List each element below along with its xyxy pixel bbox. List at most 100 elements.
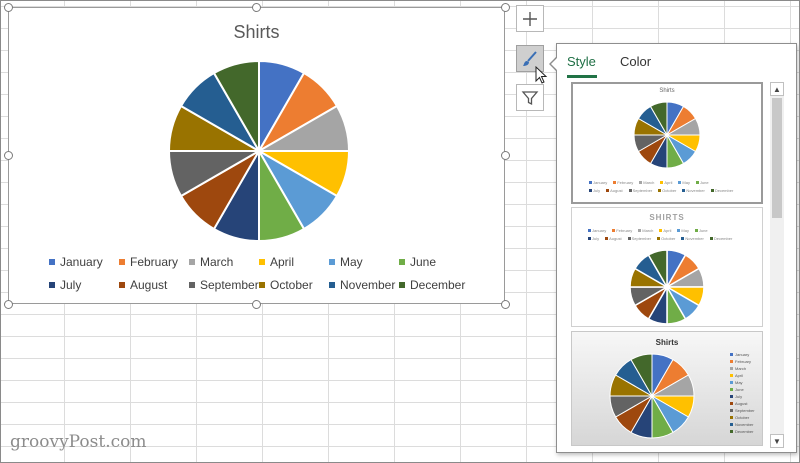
thumb-legend-label: February: [617, 180, 634, 185]
resize-handle-bottom-center[interactable]: [252, 300, 261, 309]
thumb-legend-label: May: [681, 228, 689, 233]
pie-chart[interactable]: Shirts January February March April May June J…: [8, 7, 505, 304]
thumb-legend-swatch: [682, 189, 686, 192]
thumb-legend-swatch: [658, 189, 662, 192]
legend-label: May: [340, 255, 363, 269]
resize-handle-top-right[interactable]: [501, 3, 510, 12]
panel-scrollbar[interactable]: ▲ ▼: [770, 82, 784, 448]
thumb-legend-item: December: [730, 429, 755, 434]
resize-handle-bottom-left[interactable]: [4, 300, 13, 309]
thumb-legend-label: August: [735, 401, 748, 406]
legend-item-february: February: [119, 255, 189, 269]
thumb-legend-item: May: [677, 228, 689, 233]
legend-item-august: August: [119, 278, 189, 292]
thumb-title: Shirts: [655, 338, 679, 347]
panel-pointer-fill: [551, 57, 558, 71]
scroll-up-button[interactable]: ▲: [770, 82, 784, 96]
tab-color[interactable]: Color: [620, 54, 651, 69]
thumb-legend-item: July: [589, 188, 600, 193]
scroll-down-button[interactable]: ▼: [770, 434, 784, 448]
thumb-legend-item: June: [730, 387, 755, 392]
thumb-legend-label: November: [685, 236, 704, 241]
thumb-legend-swatch: [660, 181, 664, 184]
chart-style-option-1[interactable]: Shirts January February March April May June …: [571, 82, 763, 204]
scroll-thumb[interactable]: [772, 98, 782, 218]
legend-item-september: September: [189, 278, 259, 292]
thumb-pie: [633, 101, 701, 169]
thumb-legend-item: September: [730, 408, 755, 413]
resize-handle-bottom-right[interactable]: [501, 300, 510, 309]
thumb-legend-swatch: [730, 423, 733, 426]
thumb-legend-item: January: [730, 352, 755, 357]
thumb-legend-label: April: [735, 373, 744, 378]
filter-icon: [521, 90, 539, 105]
thumb-legend-label: May: [735, 380, 743, 385]
legend-swatch: [49, 259, 55, 265]
thumb-legend-item: January: [589, 180, 607, 185]
resize-handle-top-center[interactable]: [252, 3, 261, 12]
legend-item-march: March: [189, 255, 259, 269]
chart-filters-button[interactable]: [516, 84, 544, 111]
thumb-legend-item: May: [730, 380, 755, 385]
thumb-legend-swatch: [695, 181, 699, 184]
thumb-legend-label: April: [664, 180, 673, 185]
thumb-legend-item: October: [657, 236, 675, 241]
thumb-legend: January February March April May June July Augu…: [730, 352, 755, 436]
thumb-legend-item: April: [660, 180, 672, 185]
legend-label: October: [270, 278, 313, 292]
pie-plot: [167, 59, 351, 243]
chart-elements-button[interactable]: [516, 5, 544, 32]
thumb-legend-item: February: [613, 180, 633, 185]
resize-handle-top-left[interactable]: [4, 3, 13, 12]
resize-handle-middle-left[interactable]: [4, 151, 13, 160]
thumb-legend-item: December: [710, 188, 733, 193]
thumb-legend-item: June: [695, 180, 709, 185]
plus-icon: [523, 11, 537, 26]
thumb-legend-item: December: [709, 236, 732, 241]
legend-label: August: [130, 278, 168, 292]
thumb-legend-swatch: [589, 181, 592, 184]
active-tab-indicator: [567, 75, 597, 78]
thumb-legend-swatch: [730, 409, 733, 412]
thumb-legend-item: August: [605, 236, 622, 241]
thumb-legend: July August September October November Decemb…: [588, 236, 732, 241]
thumb-legend-item: June: [694, 228, 708, 233]
watermark: groovyPost.com: [10, 432, 147, 452]
chart-styles-panel: Style Color Shirts January February March A…: [556, 43, 797, 453]
thumb-legend: January February March April May June: [588, 228, 708, 233]
thumb-title: SHIRTS: [649, 213, 685, 222]
thumb-legend-item: March: [639, 180, 654, 185]
thumb-legend-swatch: [612, 229, 616, 232]
thumb-legend-label: April: [663, 228, 672, 233]
chart-title: Shirts: [233, 22, 280, 42]
legend-label: September: [200, 278, 259, 292]
legend-swatch: [119, 282, 125, 288]
thumb-legend-swatch: [730, 430, 733, 433]
thumb-legend-item: April: [730, 373, 755, 378]
thumb-legend-swatch: [730, 367, 733, 370]
resize-handle-middle-right[interactable]: [501, 151, 510, 160]
legend-swatch: [399, 259, 405, 265]
thumb-legend-swatch: [730, 395, 733, 398]
thumb-legend-swatch: [613, 181, 617, 184]
thumb-legend-item: May: [678, 180, 690, 185]
legend-label: March: [200, 255, 234, 269]
chart-style-option-2[interactable]: SHIRTS January February March April May June …: [571, 207, 763, 327]
thumb-legend-label: November: [686, 188, 705, 193]
chart-style-option-3[interactable]: Shirts January February March April May June J…: [571, 331, 763, 446]
thumb-legend-item: September: [628, 188, 652, 193]
tab-style[interactable]: Style: [567, 54, 596, 69]
thumb-legend-label: March: [643, 180, 655, 185]
thumb-legend-swatch: [605, 237, 609, 240]
thumb-legend-item: July: [588, 236, 599, 241]
legend-swatch: [259, 282, 265, 288]
legend-swatch: [119, 259, 125, 265]
thumb-legend: January February March April May June: [589, 180, 709, 185]
thumb-legend-label: June: [698, 228, 708, 233]
legend-item-october: October: [259, 278, 329, 292]
thumb-legend-label: December: [735, 429, 754, 434]
thumb-legend-label: August: [610, 188, 623, 193]
thumb-legend: July August September October November Decemb…: [589, 188, 733, 193]
thumb-legend-swatch: [638, 229, 642, 232]
thumb-legend-label: February: [735, 359, 752, 364]
